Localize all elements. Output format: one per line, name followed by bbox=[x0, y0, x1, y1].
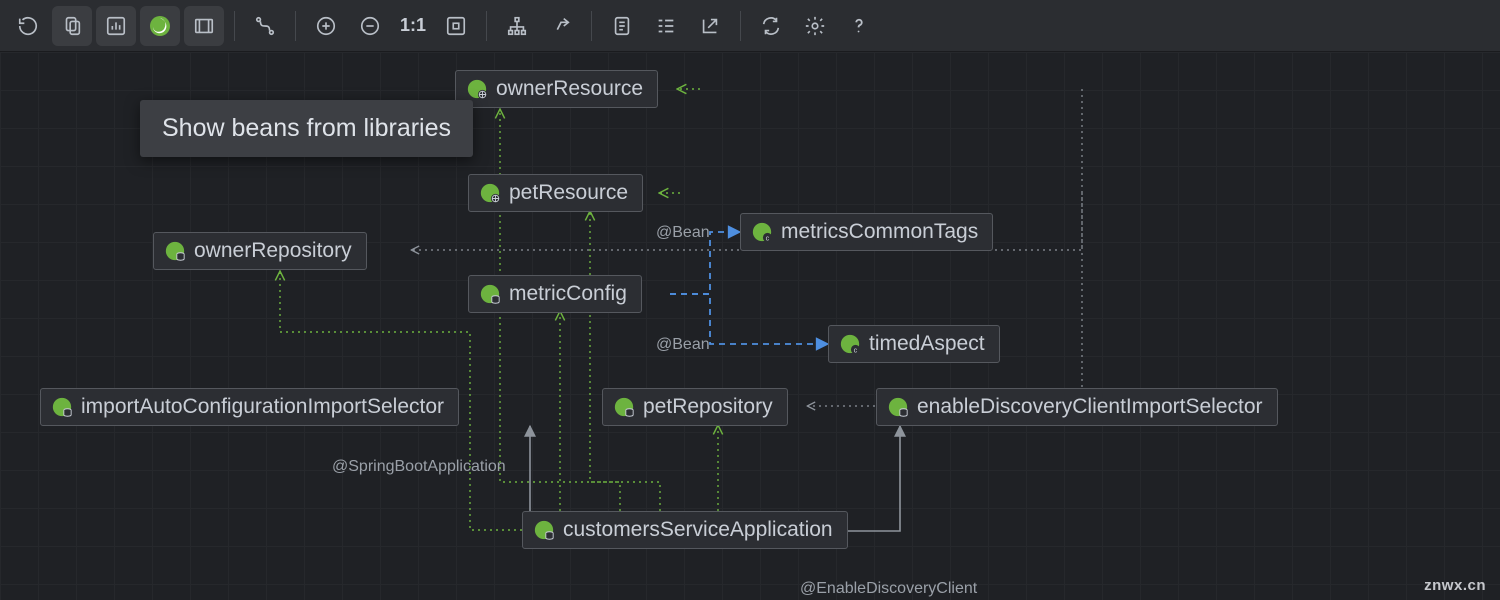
node-enableDiscoveryClientImportSelector[interactable]: enableDiscoveryClientImportSelector bbox=[876, 388, 1278, 426]
toolbar-separator bbox=[591, 11, 592, 41]
bean-web-icon bbox=[466, 78, 488, 100]
bean-db-icon bbox=[887, 396, 909, 418]
node-ownerRepository[interactable]: ownerRepository bbox=[153, 232, 367, 270]
node-label: ownerResource bbox=[496, 77, 643, 101]
node-label: enableDiscoveryClientImportSelector bbox=[917, 395, 1263, 419]
bean-class-icon: c bbox=[839, 333, 861, 355]
bean-db-icon bbox=[164, 240, 186, 262]
bean-web-icon bbox=[479, 182, 501, 204]
chart-icon[interactable] bbox=[96, 6, 136, 46]
zoom-in-icon[interactable] bbox=[306, 6, 346, 46]
node-label: metricConfig bbox=[509, 282, 627, 306]
tree-icon[interactable] bbox=[497, 6, 537, 46]
node-timedAspect[interactable]: c timedAspect bbox=[828, 325, 1000, 363]
node-label: timedAspect bbox=[869, 332, 985, 356]
fit-icon[interactable] bbox=[436, 6, 476, 46]
toolbar: 1:1 bbox=[0, 0, 1500, 52]
copy-icon[interactable] bbox=[52, 6, 92, 46]
zoom-ratio-label[interactable]: 1:1 bbox=[394, 15, 432, 36]
zoom-out-icon[interactable] bbox=[350, 6, 390, 46]
bean-db-icon bbox=[51, 396, 73, 418]
edge-label-bean: @Bean bbox=[656, 336, 710, 354]
svg-text:c: c bbox=[766, 233, 770, 242]
edge-label-discovery: @EnableDiscoveryClient bbox=[800, 580, 977, 598]
node-customersServiceApplication[interactable]: customersServiceApplication bbox=[522, 511, 848, 549]
node-metricConfig[interactable]: metricConfig bbox=[468, 275, 642, 313]
node-label: petRepository bbox=[643, 395, 773, 419]
toolbar-separator bbox=[295, 11, 296, 41]
bean-db-icon bbox=[533, 519, 555, 541]
toolbar-separator bbox=[486, 11, 487, 41]
export-icon[interactable] bbox=[690, 6, 730, 46]
bean-db-icon bbox=[479, 283, 501, 305]
bean-db-icon bbox=[613, 396, 635, 418]
tooltip: Show beans from libraries bbox=[140, 100, 473, 157]
document-icon[interactable] bbox=[602, 6, 642, 46]
node-label: customersServiceApplication bbox=[563, 518, 833, 542]
frame-icon[interactable] bbox=[184, 6, 224, 46]
node-metricsCommonTags[interactable]: c metricsCommonTags bbox=[740, 213, 993, 251]
spring-icon[interactable] bbox=[140, 6, 180, 46]
node-label: ownerRepository bbox=[194, 239, 352, 263]
node-petResource[interactable]: petResource bbox=[468, 174, 643, 212]
diagram-canvas[interactable]: ownerResource petResource ownerRepositor… bbox=[0, 52, 1500, 600]
list-icon[interactable] bbox=[646, 6, 686, 46]
toolbar-separator bbox=[234, 11, 235, 41]
edge-label-bean: @Bean bbox=[656, 224, 710, 242]
connector-icon[interactable] bbox=[245, 6, 285, 46]
route-icon[interactable] bbox=[541, 6, 581, 46]
gear-icon[interactable] bbox=[795, 6, 835, 46]
node-ownerResource[interactable]: ownerResource bbox=[455, 70, 658, 108]
node-label: petResource bbox=[509, 181, 628, 205]
help-icon[interactable] bbox=[839, 6, 879, 46]
edge-label-springboot: @SpringBootApplication bbox=[332, 458, 506, 476]
watermark: znwx.cn bbox=[1424, 577, 1486, 594]
svg-text:c: c bbox=[854, 345, 858, 354]
bean-class-icon: c bbox=[751, 221, 773, 243]
node-label: metricsCommonTags bbox=[781, 220, 978, 244]
sync-icon[interactable] bbox=[751, 6, 791, 46]
node-petRepository[interactable]: petRepository bbox=[602, 388, 788, 426]
refresh-icon[interactable] bbox=[8, 6, 48, 46]
tooltip-text: Show beans from libraries bbox=[162, 114, 451, 142]
toolbar-separator bbox=[740, 11, 741, 41]
node-importAutoConfigurationImportSelector[interactable]: importAutoConfigurationImportSelector bbox=[40, 388, 459, 426]
node-label: importAutoConfigurationImportSelector bbox=[81, 395, 444, 419]
